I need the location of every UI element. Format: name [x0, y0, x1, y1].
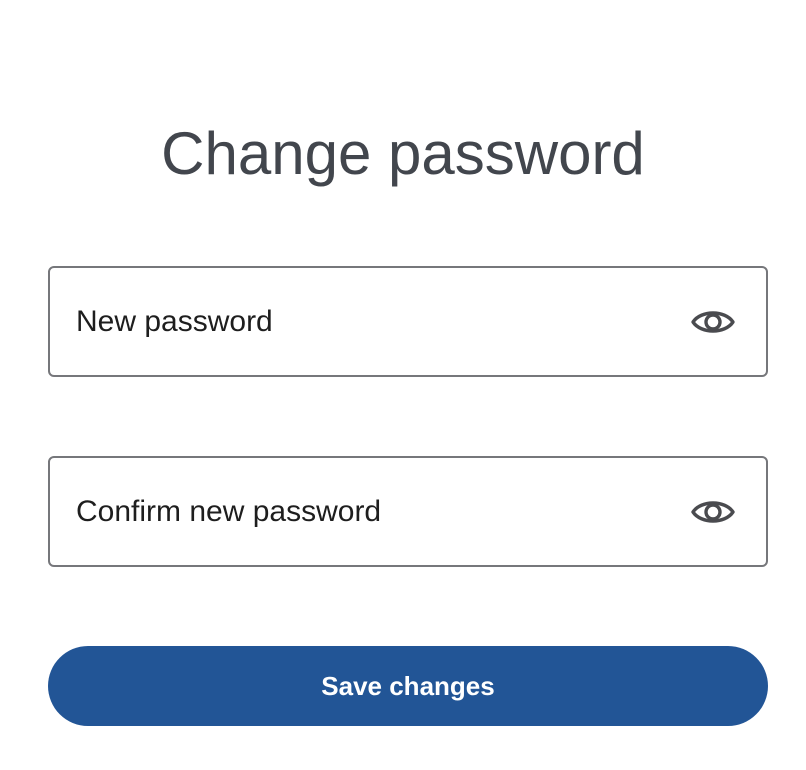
show-confirm-password-toggle[interactable]	[690, 495, 736, 529]
confirm-password-field[interactable]	[48, 456, 768, 567]
new-password-input[interactable]	[76, 268, 676, 375]
eye-icon	[691, 310, 735, 333]
page-title: Change password	[161, 120, 645, 187]
save-changes-button[interactable]: Save changes	[48, 646, 768, 726]
show-new-password-toggle[interactable]	[690, 305, 736, 339]
confirm-password-input[interactable]	[76, 458, 676, 565]
eye-icon	[691, 500, 735, 523]
new-password-field[interactable]	[48, 266, 768, 377]
